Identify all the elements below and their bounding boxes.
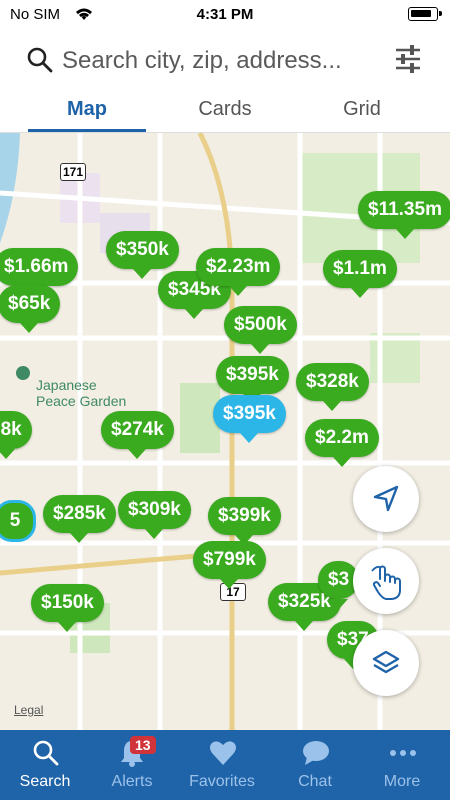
legal-link[interactable]: Legal xyxy=(14,703,43,717)
search-icon xyxy=(27,47,53,73)
price-pin[interactable]: $2.2m xyxy=(305,419,379,467)
tab-cards[interactable]: Cards xyxy=(150,98,300,121)
search-icon xyxy=(33,740,59,766)
nav-search-label: Search xyxy=(19,773,71,790)
price-pin[interactable]: $65k xyxy=(0,285,61,333)
price-pin[interactable]: $799k xyxy=(193,541,266,589)
price-pin[interactable]: $309k xyxy=(118,491,191,539)
nav-alerts[interactable]: 13 Alerts xyxy=(87,730,177,800)
bottom-nav: Search 13 Alerts Favorites Chat More xyxy=(0,730,450,800)
alerts-badge: 13 xyxy=(130,736,156,754)
price-pin[interactable]: $395k xyxy=(216,356,289,404)
price-pin[interactable]: $328k xyxy=(296,363,369,411)
layers-button[interactable] xyxy=(353,630,419,696)
search-input[interactable] xyxy=(60,42,384,80)
more-icon xyxy=(390,750,416,756)
filter-sliders-icon[interactable] xyxy=(394,44,422,74)
tab-map[interactable]: Map xyxy=(12,98,162,121)
nav-favorites-label: Favorites xyxy=(189,773,255,790)
layers-icon xyxy=(372,650,400,674)
active-tab-indicator xyxy=(28,129,146,132)
location-arrow-icon xyxy=(373,485,399,512)
nav-chat[interactable]: Chat xyxy=(270,730,360,800)
price-pin[interactable]: $11.35m xyxy=(358,191,450,239)
nav-search[interactable]: Search xyxy=(0,730,90,800)
price-pin[interactable]: $285k xyxy=(43,495,116,543)
nav-more-label: More xyxy=(383,773,421,790)
view-tabs: Map Cards Grid xyxy=(0,90,450,133)
nav-chat-label: Chat xyxy=(298,773,332,790)
search-bar xyxy=(0,30,450,90)
heart-icon xyxy=(210,741,236,765)
highway-shield-171: 171 xyxy=(60,163,86,181)
status-bar: No SIM 4:31 PM xyxy=(0,0,450,30)
price-pin-selected[interactable]: $395k xyxy=(213,395,286,443)
draw-area-button[interactable] xyxy=(353,548,419,614)
map-view[interactable]: Japanese Peace Garden 171 17 $11.35m $35… xyxy=(0,133,450,730)
poi-japanese-peace-garden[interactable]: Japanese Peace Garden xyxy=(36,361,126,409)
price-pin[interactable]: $2.23m xyxy=(196,248,281,296)
price-pin[interactable]: $1.1m xyxy=(323,250,397,298)
tab-grid[interactable]: Grid xyxy=(287,98,437,121)
nav-favorites[interactable]: Favorites xyxy=(177,730,267,800)
nav-more[interactable]: More xyxy=(357,730,447,800)
poi-label: Japanese Peace Garden xyxy=(36,377,127,409)
price-pin[interactable]: $500k xyxy=(224,306,297,354)
chat-icon xyxy=(303,741,329,765)
draw-gesture-icon xyxy=(371,565,401,600)
price-pin[interactable]: $150k xyxy=(31,584,104,632)
battery-icon xyxy=(408,7,442,21)
price-pin[interactable]: $1.66m xyxy=(0,248,79,296)
price-pin[interactable]: $350k xyxy=(106,231,179,279)
cluster-marker[interactable]: 5 xyxy=(0,500,36,542)
nav-alerts-label: Alerts xyxy=(111,773,153,790)
clock: 4:31 PM xyxy=(196,6,254,23)
price-pin[interactable]: $399k xyxy=(208,497,281,545)
locate-me-button[interactable] xyxy=(353,466,419,532)
price-pin[interactable]: $274k xyxy=(101,411,174,459)
park-icon xyxy=(16,366,30,380)
